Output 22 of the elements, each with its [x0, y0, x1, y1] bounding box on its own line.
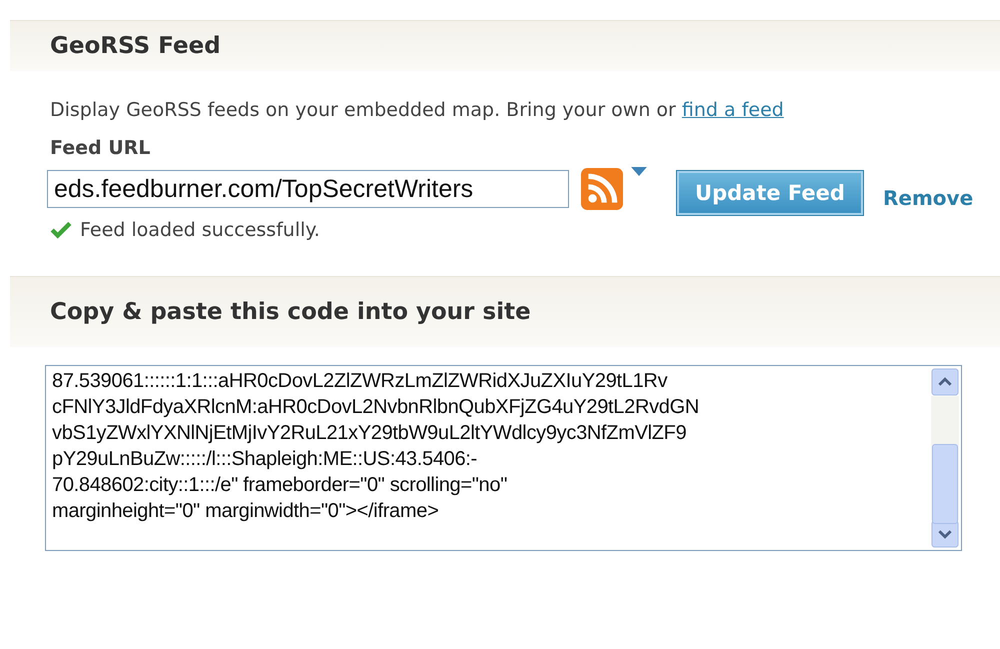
- feed-url-field[interactable]: eds.feedburner.com/TopSecretWriters: [47, 170, 569, 208]
- code-textarea[interactable]: [45, 365, 962, 551]
- scroll-up-icon[interactable]: [931, 368, 959, 396]
- caret-icon[interactable]: [631, 167, 647, 176]
- scroll-thumb[interactable]: [932, 444, 958, 524]
- scrollbar[interactable]: [929, 366, 961, 550]
- code-line: cFNlY3JldFdyaXRlcnM:aHR0cDovL2NvbnRlbnQubXFjZG4uY29tL2RvdGN: [52, 395, 700, 420]
- code-line: 87.539061::::::1:1:::aHR0cDovL2ZlZWRzLmZlZWRidXJuZXIuY29tL1Rv: [52, 369, 668, 394]
- section-title: GeoRSS Feed: [50, 33, 221, 59]
- code-line: pY29uLnBuZw:::::/l:::Shapleigh:ME::US:43.5406:-: [52, 447, 478, 472]
- code-line: vbS1yZWxlYXNlNjEtMjIvY2RuL21xY29tbW9uL2ltYWdlcy9yc3NfZmVlZF9: [52, 421, 688, 446]
- field-label: Feed URL: [50, 137, 152, 159]
- find-feed-link[interactable]: find a feed: [682, 99, 784, 121]
- description-text: Display GeoRSS feeds on your embedded map. Bring your own or: [50, 99, 677, 121]
- section-title: Copy & paste this code into your site: [50, 299, 531, 325]
- update-feed-button[interactable]: Update Feed: [677, 171, 863, 215]
- checkmark-icon: [50, 221, 72, 239]
- status-text: Feed loaded successfully.: [80, 219, 320, 241]
- rss-icon[interactable]: [581, 168, 623, 210]
- code-line: marginheight="0" marginwidth="0"></iframe>: [52, 499, 440, 524]
- code-line: 70.848602:city::1:::/e" frameborder="0" scrolling="no": [52, 473, 508, 498]
- remove-link[interactable]: Remove: [883, 186, 974, 210]
